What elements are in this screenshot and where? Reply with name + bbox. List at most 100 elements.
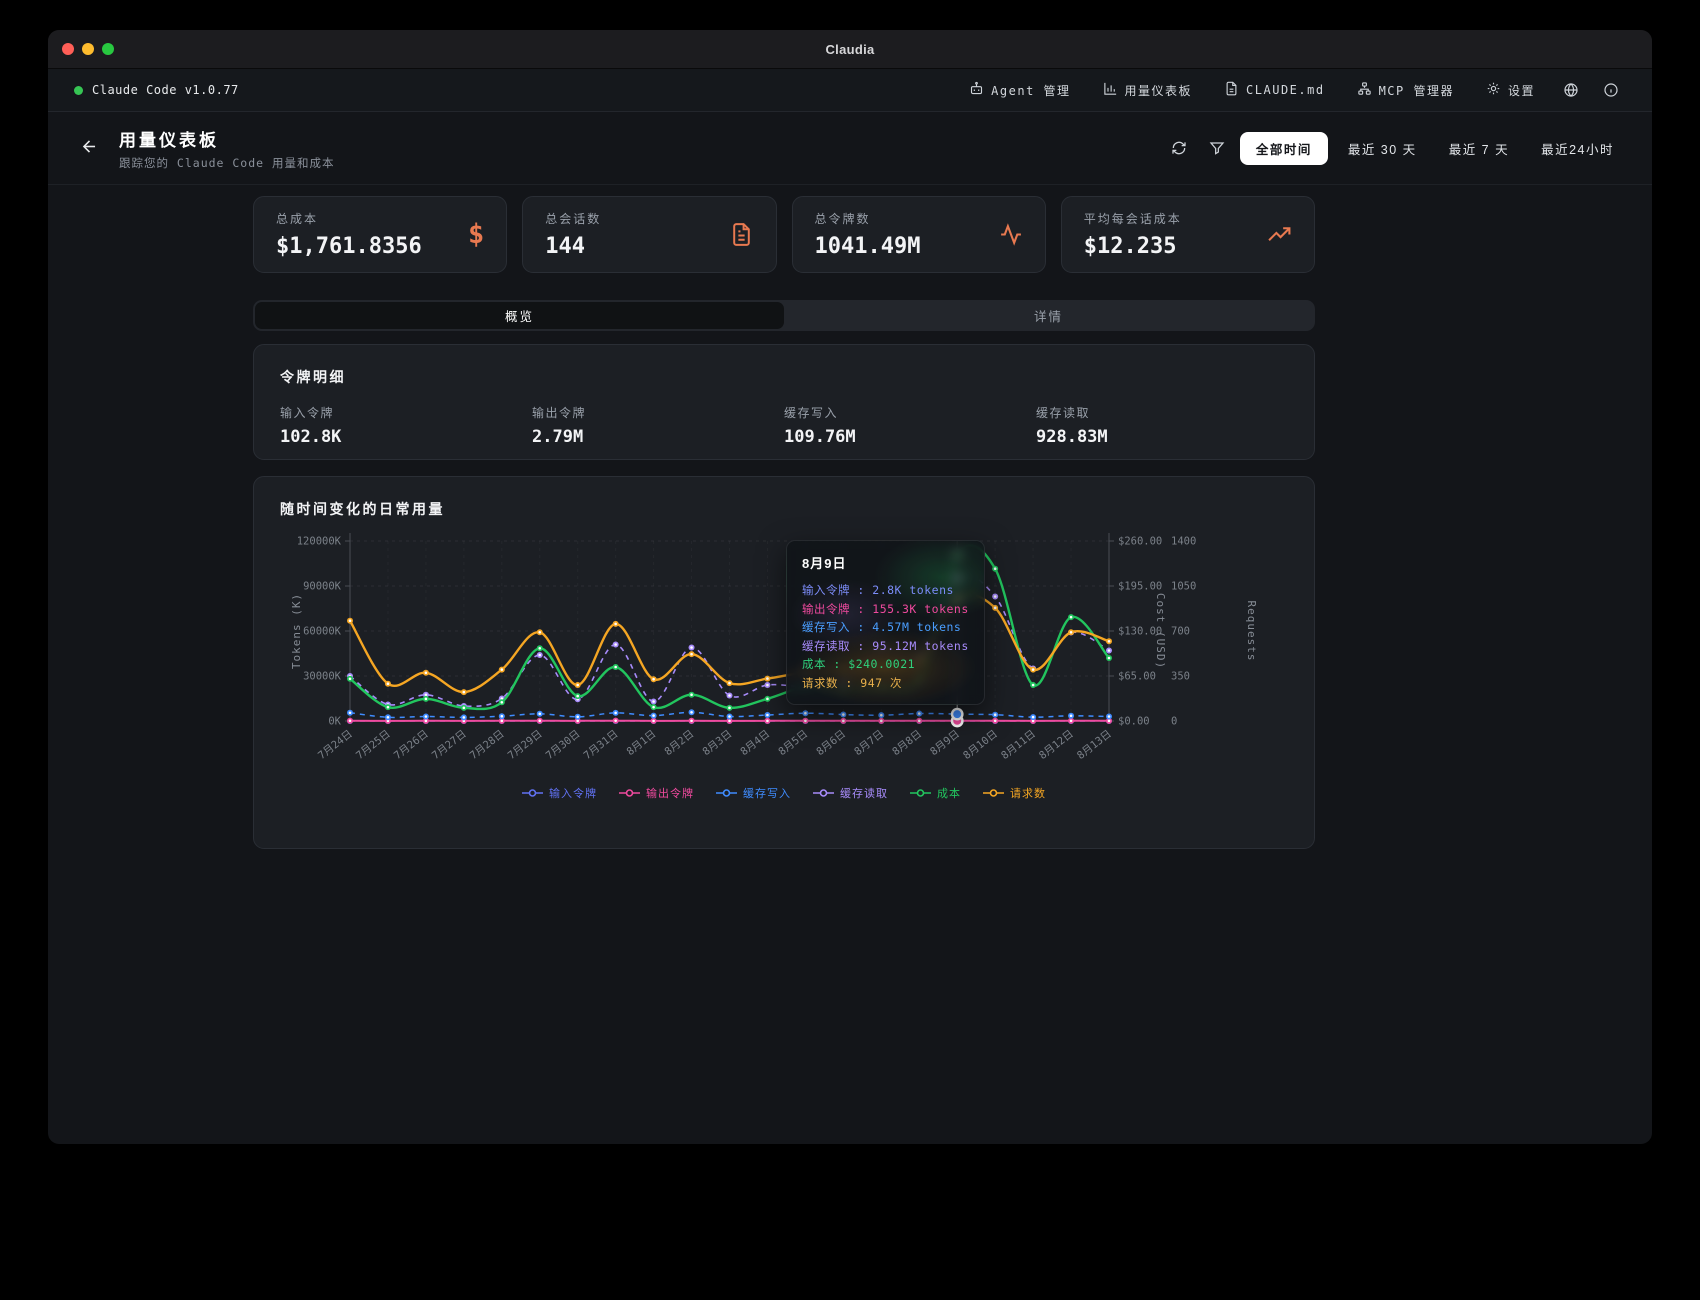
- nav-claude-md[interactable]: CLAUDE.md: [1213, 74, 1336, 106]
- maximize-window-button[interactable]: [102, 43, 114, 55]
- legend-label: 请求数: [1010, 785, 1046, 801]
- svg-text:0: 0: [1171, 716, 1177, 728]
- svg-text:60000K: 60000K: [303, 626, 342, 638]
- globe-icon[interactable]: [1556, 75, 1586, 105]
- svg-text:8月1日: 8月1日: [625, 728, 659, 758]
- svg-text:8月5日: 8月5日: [776, 728, 810, 758]
- stat-label: 平均每会话成本: [1084, 210, 1182, 227]
- legend-item-cache_write[interactable]: 缓存写入: [716, 785, 791, 801]
- legend-line-icon: [522, 788, 543, 798]
- tooltip-row: 输出令牌 : 155.3K tokens: [802, 600, 969, 619]
- breakdown-value: 109.76M: [784, 427, 1036, 447]
- svg-text:7月24日: 7月24日: [316, 728, 355, 762]
- legend-item-cache_read[interactable]: 缓存读取: [813, 785, 888, 801]
- bar-chart-icon: [1103, 81, 1118, 99]
- token-breakdown-title: 令牌明细: [280, 367, 1288, 387]
- svg-text:8月9日: 8月9日: [928, 728, 962, 758]
- window-title: Claudia: [825, 42, 874, 57]
- tab-details[interactable]: 详情: [784, 302, 1313, 329]
- legend-label: 输入令牌: [549, 785, 597, 801]
- tooltip-row: 输入令牌 : 2.8K tokens: [802, 581, 969, 600]
- nav-label: 用量仪表板: [1125, 82, 1193, 99]
- main-content: 总成本 $1,761.8356 $ 总会话数 144 总令牌数 1041.49M: [253, 185, 1315, 849]
- breakdown-item-cache-write: 缓存写入 109.76M: [784, 404, 1036, 447]
- app-status: Claude Code v1.0.77: [74, 83, 239, 97]
- nav-agent-manager[interactable]: Agent 管理: [958, 74, 1081, 106]
- legend-line-icon: [910, 788, 931, 798]
- svg-text:8月8日: 8月8日: [890, 728, 924, 758]
- tooltip-title: 8月9日: [802, 553, 969, 572]
- tooltip-row: 缓存写入 : 4.57M tokens: [802, 618, 969, 637]
- refresh-icon[interactable]: [1164, 133, 1194, 163]
- svg-text:8月13日: 8月13日: [1075, 728, 1114, 762]
- view-tabs: 概览 详情: [253, 300, 1315, 331]
- svg-text:700: 700: [1171, 626, 1190, 638]
- filter-icon[interactable]: [1202, 133, 1232, 163]
- nav-mcp-manager[interactable]: MCP 管理器: [1346, 74, 1465, 106]
- breakdown-label: 缓存写入: [784, 404, 1036, 421]
- breakdown-label: 输入令牌: [280, 404, 532, 421]
- tooltip-row: 缓存读取 : 95.12M tokens: [802, 637, 969, 656]
- svg-text:350: 350: [1171, 671, 1190, 683]
- back-button[interactable]: [74, 131, 105, 165]
- network-icon: [1357, 81, 1372, 99]
- breakdown-label: 输出令牌: [532, 404, 784, 421]
- page-subtitle: 跟踪您的 Claude Code 用量和成本: [119, 155, 335, 171]
- app-window: Claudia Claude Code v1.0.77 Agent 管理 用量仪…: [48, 30, 1652, 1144]
- nav-label: Agent 管理: [991, 82, 1070, 99]
- nav-usage-dashboard[interactable]: 用量仪表板: [1092, 74, 1204, 106]
- svg-text:$0.00: $0.00: [1118, 716, 1150, 728]
- stat-value: 144: [545, 234, 601, 259]
- arrow-left-icon: [80, 137, 99, 159]
- svg-text:8月10日: 8月10日: [961, 728, 1000, 762]
- legend-label: 输出令牌: [646, 785, 694, 801]
- info-icon[interactable]: [1596, 75, 1626, 105]
- nav-settings[interactable]: 设置: [1475, 74, 1546, 106]
- stats-row: 总成本 $1,761.8356 $ 总会话数 144 总令牌数 1041.49M: [253, 196, 1315, 273]
- minimize-window-button[interactable]: [82, 43, 94, 55]
- range-all-time-button[interactable]: 全部时间: [1240, 132, 1328, 165]
- trending-up-icon: [1267, 222, 1292, 247]
- nav-label: CLAUDE.md: [1246, 83, 1325, 97]
- breakdown-value: 2.79M: [532, 427, 784, 447]
- legend-line-icon: [619, 788, 640, 798]
- breakdown-item-output: 输出令牌 2.79M: [532, 404, 784, 447]
- range-24-hours-button[interactable]: 最近24小时: [1529, 132, 1626, 165]
- svg-text:7月31日: 7月31日: [582, 728, 621, 762]
- legend-item-output_tokens[interactable]: 输出令牌: [619, 785, 694, 801]
- svg-text:$65.00: $65.00: [1118, 671, 1156, 683]
- breakdown-item-cache-read: 缓存读取 928.83M: [1036, 404, 1288, 447]
- stat-label: 总令牌数: [815, 210, 921, 227]
- gear-icon: [1486, 81, 1501, 99]
- legend-label: 缓存读取: [840, 785, 888, 801]
- svg-text:Cost (USD): Cost (USD): [1154, 593, 1167, 669]
- dollar-icon: $: [468, 219, 484, 250]
- svg-text:Tokens (K): Tokens (K): [290, 593, 303, 669]
- header-controls: 全部时间 最近 30 天 最近 7 天 最近24小时: [1164, 132, 1626, 165]
- svg-text:7月30日: 7月30日: [544, 728, 583, 762]
- svg-text:7月29日: 7月29日: [506, 728, 545, 762]
- tooltip-row: 请求数 : 947 次: [802, 674, 969, 693]
- tooltip-row: 成本 : $240.0021: [802, 655, 969, 674]
- app-version-label: Claude Code v1.0.77: [92, 83, 239, 97]
- close-window-button[interactable]: [62, 43, 74, 55]
- stat-card-total-tokens: 总令牌数 1041.49M: [792, 196, 1046, 273]
- legend-item-input_tokens[interactable]: 输入令牌: [522, 785, 597, 801]
- range-7-days-button[interactable]: 最近 7 天: [1437, 132, 1521, 165]
- legend-item-cost[interactable]: 成本: [910, 785, 961, 801]
- svg-text:8月2日: 8月2日: [662, 728, 696, 758]
- nav-label: 设置: [1508, 82, 1535, 99]
- svg-text:7月26日: 7月26日: [392, 728, 431, 762]
- nav-label: MCP 管理器: [1379, 82, 1454, 99]
- daily-usage-chart[interactable]: 0K30000K60000K90000K120000K$0.00$65.00$1…: [280, 527, 1290, 779]
- svg-text:8月3日: 8月3日: [700, 728, 734, 758]
- tab-overview[interactable]: 概览: [255, 302, 784, 329]
- range-30-days-button[interactable]: 最近 30 天: [1336, 132, 1429, 165]
- traffic-lights: [62, 30, 114, 68]
- stat-card-total-sessions: 总会话数 144: [522, 196, 776, 273]
- svg-text:30000K: 30000K: [303, 671, 342, 683]
- svg-text:1050: 1050: [1171, 581, 1196, 593]
- nav-items: Agent 管理 用量仪表板 CLAUDE.md MCP 管理器 设置: [958, 74, 1626, 106]
- legend-item-requests[interactable]: 请求数: [983, 785, 1046, 801]
- svg-text:8月11日: 8月11日: [999, 728, 1038, 762]
